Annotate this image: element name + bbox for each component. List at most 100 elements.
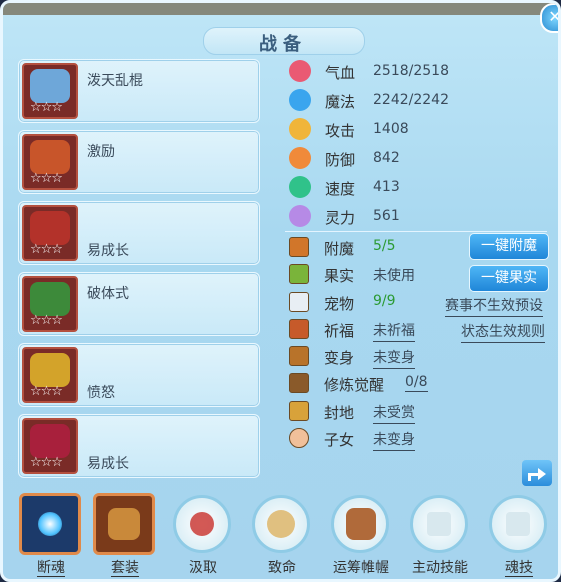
heart-icon	[289, 60, 311, 82]
row-value[interactable]: 0/8	[405, 374, 428, 393]
skill-duanhun[interactable]: 断魂	[19, 493, 83, 579]
fief-icon	[289, 400, 309, 421]
enchant-icon	[289, 237, 309, 257]
row-value[interactable]: 未变身	[373, 347, 415, 370]
child-icon	[289, 428, 309, 449]
row-value: 9/9	[373, 292, 396, 309]
star-rating: ☆☆☆	[30, 384, 63, 399]
row-value[interactable]: 未祈福	[373, 320, 415, 342]
equipment-item[interactable]: ☆☆☆ 易成长	[18, 201, 260, 265]
skill-label: 魂技	[505, 560, 533, 577]
row-label: 果实	[324, 267, 355, 286]
stat-speed: 速度 413	[285, 174, 485, 203]
stat-hp: 气血 2518/2518	[285, 58, 485, 87]
equipment-name: 愤怒	[87, 385, 115, 401]
row-label: 变身	[324, 349, 355, 368]
star-rating: ☆☆☆	[30, 313, 63, 328]
skill-soul[interactable]: 魂技	[487, 493, 551, 579]
stat-value: 842	[373, 150, 400, 166]
row-value[interactable]: 未变身	[373, 429, 415, 452]
row-children: 子女 未变身	[287, 426, 557, 453]
skill-strategy[interactable]: 运筹帷幄	[329, 493, 393, 579]
skill-label: 套装	[111, 560, 139, 577]
equipment-icon: ☆☆☆	[22, 347, 78, 403]
stat-label: 攻击	[325, 122, 356, 140]
stat-value: 1408	[373, 121, 409, 137]
title-banner: 战备	[203, 19, 365, 55]
row-label: 祈福	[324, 321, 355, 340]
equipment-item[interactable]: ☆☆☆ 激励	[18, 130, 260, 194]
mana-icon	[289, 89, 311, 111]
one-click-fruit-button[interactable]: 一键果实	[469, 265, 549, 292]
skill-label: 主动技能	[412, 560, 468, 576]
close-button[interactable]: ✕	[540, 3, 558, 33]
stat-mp: 魔法 2242/2242	[285, 87, 485, 116]
equipment-icon: ☆☆☆	[22, 63, 78, 119]
sword-icon	[289, 118, 311, 140]
equipment-name: 激励	[87, 144, 115, 160]
fatal-icon	[252, 495, 310, 553]
skill-fatal[interactable]: 致命	[250, 493, 314, 579]
row-label: 封地	[324, 403, 355, 422]
stat-label: 灵力	[325, 209, 356, 227]
skill-label: 汲取	[189, 560, 217, 576]
skill-label: 断魂	[37, 560, 65, 577]
section-divider	[285, 231, 547, 232]
row-value: 5/5	[373, 238, 396, 254]
share-button[interactable]	[522, 460, 552, 486]
skill-label: 致命	[268, 560, 296, 576]
row-label: 宠物	[324, 294, 355, 313]
row-label: 子女	[324, 431, 355, 450]
equipment-item[interactable]: ☆☆☆ 愤怒	[18, 343, 260, 407]
equipment-item[interactable]: ☆☆☆ 泼天乱棍	[18, 59, 260, 123]
stat-label: 气血	[325, 64, 356, 82]
stat-spirit: 灵力 561	[285, 203, 485, 232]
share-icon	[528, 468, 546, 481]
skill-label: 运筹帷幄	[333, 560, 389, 576]
equipment-item[interactable]: ☆☆☆ 破体式	[18, 272, 260, 336]
equipment-icon: ☆☆☆	[22, 276, 78, 332]
equipment-name: 易成长	[87, 456, 129, 472]
competition-preset-link[interactable]: 赛事不生效预设	[445, 295, 543, 317]
stat-label: 魔法	[325, 93, 356, 111]
transform-icon	[289, 346, 309, 367]
row-value[interactable]: 未受赏	[373, 402, 415, 424]
skill-set[interactable]: 套装	[93, 493, 157, 579]
row-transform: 变身 未变身	[287, 344, 557, 371]
skill-active[interactable]: 主动技能	[408, 493, 472, 579]
top-background-strip	[3, 3, 558, 15]
stat-value: 2518/2518	[373, 63, 449, 79]
blessing-icon	[289, 318, 309, 339]
star-rating: ☆☆☆	[30, 242, 63, 257]
equipment-icon: ☆☆☆	[22, 418, 78, 474]
row-value: 未使用	[373, 268, 415, 285]
window-title: 战备	[259, 34, 307, 55]
equipment-name: 易成长	[87, 243, 129, 259]
suit-icon	[93, 493, 155, 555]
star-rating: ☆☆☆	[30, 171, 63, 186]
shield-icon	[289, 147, 311, 169]
stats-panel: 气血 2518/2518 魔法 2242/2242 攻击 1408 防御 842…	[285, 58, 485, 232]
spirit-icon	[289, 205, 311, 227]
one-click-enchant-button[interactable]: 一键附魔	[469, 233, 549, 260]
stat-value: 2242/2242	[373, 92, 449, 108]
stat-label: 防御	[325, 151, 356, 169]
equipment-item[interactable]: ☆☆☆ 易成长	[18, 414, 260, 478]
row-fief: 封地 未受赏	[287, 399, 557, 426]
stat-value: 413	[373, 179, 400, 195]
row-label: 修炼觉醒	[324, 376, 385, 395]
fruit-icon	[289, 264, 309, 285]
stat-label: 速度	[325, 180, 356, 198]
empty-skill-icon	[410, 495, 468, 553]
stat-value: 561	[373, 208, 400, 224]
fist-icon	[331, 495, 389, 553]
equipment-name: 泼天乱棍	[87, 73, 143, 89]
status-rule-link[interactable]: 状态生效规则	[461, 321, 545, 343]
equipment-icon: ☆☆☆	[22, 205, 78, 261]
row-cultivation: 修炼觉醒 0/8	[287, 371, 557, 398]
stat-defense: 防御 842	[285, 145, 485, 174]
skill-absorb[interactable]: 汲取	[171, 493, 235, 579]
star-rating: ☆☆☆	[30, 455, 63, 470]
equipment-name: 破体式	[87, 286, 129, 302]
duanhun-icon	[19, 493, 81, 555]
